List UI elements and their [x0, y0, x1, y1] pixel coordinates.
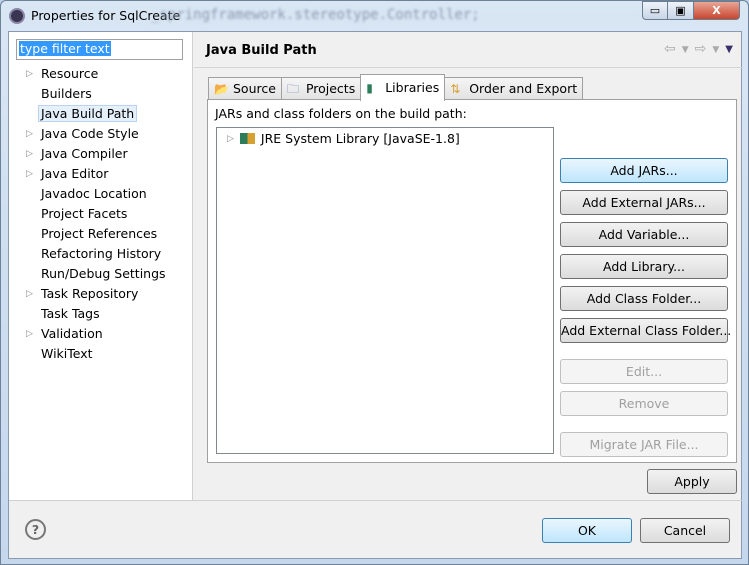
sidebar-item[interactable]: ▷ Task Repository [9, 284, 193, 304]
sidebar: type filter text ▷ Resource Builders Java B… [9, 32, 193, 500]
sidebar-item-label: Task Repository [41, 286, 139, 301]
sidebar-item-label: Java Code Style [41, 126, 139, 141]
sidebar-item-label: Refactoring History [41, 246, 162, 261]
sidebar-item[interactable]: Project Facets [9, 204, 193, 224]
properties-dialog: Properties for SqlCreate _springframewor… [0, 0, 749, 565]
sidebar-item[interactable]: ▷ Java Code Style [9, 124, 193, 144]
tab-order-and-export[interactable]: ⇅ Order and Export [444, 77, 584, 100]
tab-label: Libraries [385, 80, 440, 95]
entry-label: JRE System Library [JavaSE-1.8] [260, 131, 460, 146]
sidebar-item[interactable]: ▷ Java Editor [9, 164, 193, 184]
tab-label: Order and Export [469, 81, 578, 96]
sidebar-item-label: Project References [41, 226, 158, 241]
minimize-button[interactable]: ▭ [642, 1, 668, 20]
sidebar-item[interactable]: ▷ Java Compiler [9, 144, 193, 164]
sidebar-item-label: Java Compiler [41, 146, 128, 161]
panel-label: JARs and class folders on the build path… [215, 106, 467, 121]
eclipse-icon [9, 8, 25, 24]
sidebar-item[interactable]: ▷ Validation [9, 324, 193, 344]
footer: ? OK Cancel [9, 500, 743, 560]
library-icon: ▮ [366, 80, 373, 95]
sidebar-item-label: Javadoc Location [41, 186, 147, 201]
sidebar-item[interactable]: Project References [9, 224, 193, 244]
tab-bar: 📂 Source 🗀 Projects ▮ Libraries ⇅ Order and Exp… [208, 74, 584, 101]
sidebar-item[interactable]: ▷ Resource [9, 64, 193, 84]
expand-arrow-icon[interactable]: ▷ [26, 64, 33, 84]
title-bar[interactable]: Properties for SqlCreate _springframewor… [1, 1, 748, 31]
nav-controls: ⇦ ▼ ⇨ ▼ ▼ [664, 41, 733, 59]
libraries-panel: JARs and class folders on the build path… [207, 99, 737, 463]
add-class-folder-button[interactable]: Add Class Folder... [560, 286, 728, 311]
help-icon[interactable]: ? [25, 519, 46, 540]
source-folder-icon: 📂 [214, 81, 229, 96]
filter-input[interactable]: type filter text [16, 39, 183, 60]
expand-arrow-icon[interactable]: ▷ [227, 134, 234, 144]
list-item[interactable]: ▷ JRE System Library [JavaSE-1.8] [227, 131, 460, 146]
expand-arrow-icon[interactable]: ▷ [26, 324, 33, 344]
sidebar-item-label: Run/Debug Settings [41, 266, 166, 281]
tab-label: Projects [305, 81, 356, 96]
order-icon: ⇅ [450, 81, 461, 96]
add-external-class-folder-button[interactable]: Add External Class Folder... [560, 318, 731, 343]
add-jars-button[interactable]: Add JARs... [560, 158, 728, 183]
edit-button[interactable]: Edit... [560, 359, 728, 384]
expand-arrow-icon[interactable]: ▷ [26, 284, 33, 304]
forward-menu-icon[interactable]: ▼ [712, 41, 719, 59]
divider [194, 67, 743, 68]
category-tree: ▷ Resource Builders Java Build Path ▷ Java Co… [9, 64, 193, 364]
apply-button[interactable]: Apply [647, 469, 737, 494]
sidebar-item-label: Resource [41, 66, 99, 81]
page-title: Java Build Path [206, 43, 317, 58]
migrate-jar-file-button[interactable]: Migrate JAR File... [560, 432, 728, 457]
sidebar-item-label: Java Editor [41, 166, 109, 181]
add-variable-button[interactable]: Add Variable... [560, 222, 728, 247]
sidebar-item[interactable]: Builders [9, 84, 193, 104]
add-external-jars-button[interactable]: Add External JARs... [560, 190, 728, 215]
expand-arrow-icon[interactable]: ▷ [26, 144, 33, 164]
build-path-list[interactable]: ▷ JRE System Library [JavaSE-1.8] [216, 127, 554, 454]
close-button[interactable]: X [693, 1, 740, 20]
dialog-client: type filter text ▷ Resource Builders Java B… [8, 31, 743, 560]
sidebar-item-label: Task Tags [41, 306, 100, 321]
sidebar-item[interactable]: WikiText [9, 344, 193, 364]
forward-arrow-icon[interactable]: ⇨ [695, 41, 707, 59]
back-menu-icon[interactable]: ▼ [682, 41, 689, 59]
main-area: Java Build Path ⇦ ▼ ⇨ ▼ ▼ 📂 Source 🗀 Projects… [194, 32, 743, 500]
sidebar-item-label: Builders [41, 86, 92, 101]
sidebar-item-label: WikiText [41, 346, 93, 361]
expand-arrow-icon[interactable]: ▷ [26, 164, 33, 184]
remove-button[interactable]: Remove [560, 391, 728, 416]
folder-icon: 🗀 [286, 81, 299, 96]
background-text: _springframework.stereotype.Controller; [151, 7, 480, 23]
sidebar-item[interactable]: Run/Debug Settings [9, 264, 193, 284]
view-menu-icon[interactable]: ▼ [725, 41, 733, 59]
sidebar-item-label: Validation [41, 326, 103, 341]
tab-projects[interactable]: 🗀 Projects [280, 77, 362, 100]
sidebar-item[interactable]: Javadoc Location [9, 184, 193, 204]
maximize-button[interactable]: ▣ [667, 1, 694, 20]
sidebar-item[interactable]: Task Tags [9, 304, 193, 324]
sidebar-item-label: Java Build Path [38, 105, 138, 122]
sidebar-item[interactable]: Refactoring History [9, 244, 193, 264]
ok-button[interactable]: OK [542, 518, 632, 543]
tab-libraries[interactable]: ▮ Libraries [360, 74, 446, 101]
sidebar-item-label: Project Facets [41, 206, 128, 221]
filter-text: type filter text [19, 41, 111, 56]
library-icon [239, 133, 255, 144]
sidebar-item[interactable]: Java Build Path [9, 104, 193, 124]
back-arrow-icon[interactable]: ⇦ [664, 41, 676, 59]
cancel-button[interactable]: Cancel [640, 518, 730, 543]
tab-label: Source [233, 81, 276, 96]
expand-arrow-icon[interactable]: ▷ [26, 124, 33, 144]
add-library-button[interactable]: Add Library... [560, 254, 728, 279]
tab-source[interactable]: 📂 Source [208, 77, 282, 100]
